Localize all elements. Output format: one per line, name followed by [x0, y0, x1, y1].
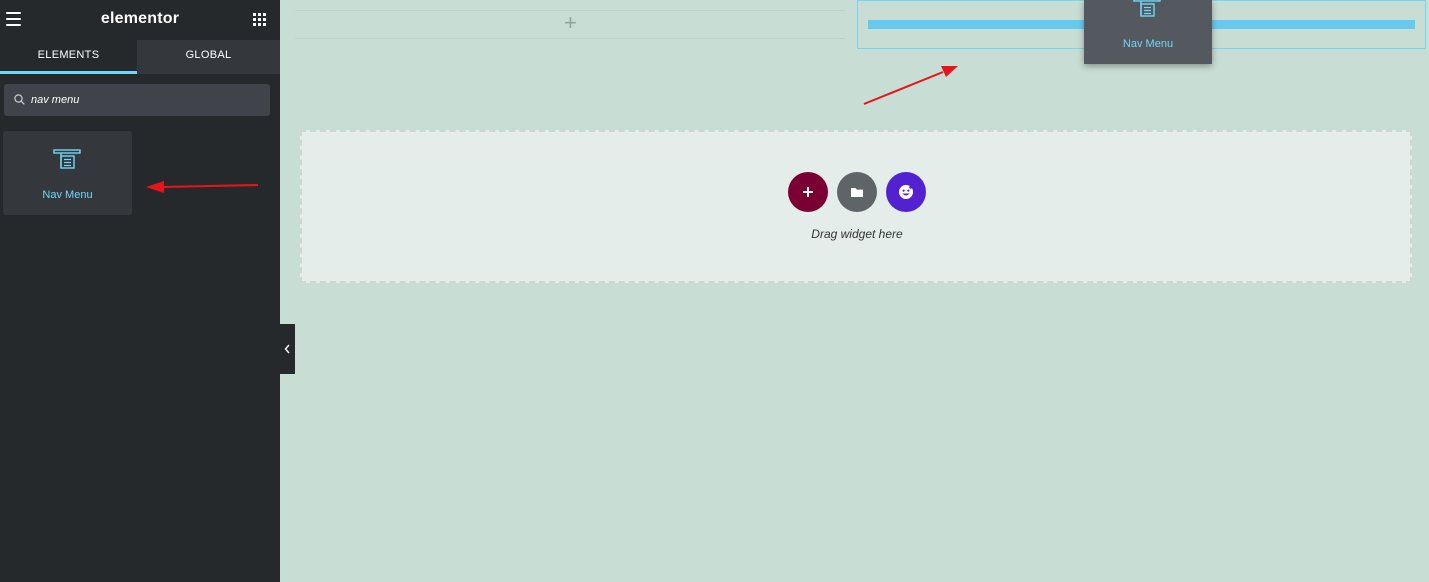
arrow-to-dropzone — [863, 66, 958, 105]
sidebar-header: elementor — [0, 0, 280, 40]
nav-menu-icon — [53, 149, 81, 169]
ghost-label: Nav Menu — [1122, 38, 1174, 50]
tab-global[interactable]: GLOBAL — [137, 40, 280, 74]
chevron-left-icon — [284, 344, 290, 354]
apps-grid-icon[interactable] — [253, 13, 267, 27]
kit-library-button[interactable] — [886, 172, 926, 212]
panel-tabs: ELEMENTS GLOBAL — [0, 40, 280, 74]
collapse-panel-button[interactable] — [280, 324, 295, 374]
brand-logo: elementor — [100, 10, 180, 27]
add-section-plus-icon[interactable]: + — [564, 12, 577, 34]
search-icon — [14, 94, 25, 105]
folder-icon — [851, 188, 863, 197]
drag-widget-hint: Drag widget here — [811, 227, 903, 241]
editor-sidebar: elementor ELEMENTS GLOBAL Nav Menu — [0, 0, 280, 582]
tab-elements[interactable]: ELEMENTS — [0, 40, 137, 74]
nav-menu-icon — [1133, 0, 1161, 17]
add-section-button[interactable] — [788, 172, 828, 212]
dragged-widget-ghost: Nav Menu — [1084, 0, 1212, 64]
search-input[interactable] — [31, 84, 261, 116]
plus-icon — [803, 187, 813, 197]
widget-nav-menu[interactable]: Nav Menu — [3, 131, 132, 215]
widget-search — [4, 84, 270, 116]
smiley-icon — [899, 185, 913, 199]
add-template-button[interactable] — [837, 172, 877, 212]
widget-label: Nav Menu — [42, 189, 93, 201]
